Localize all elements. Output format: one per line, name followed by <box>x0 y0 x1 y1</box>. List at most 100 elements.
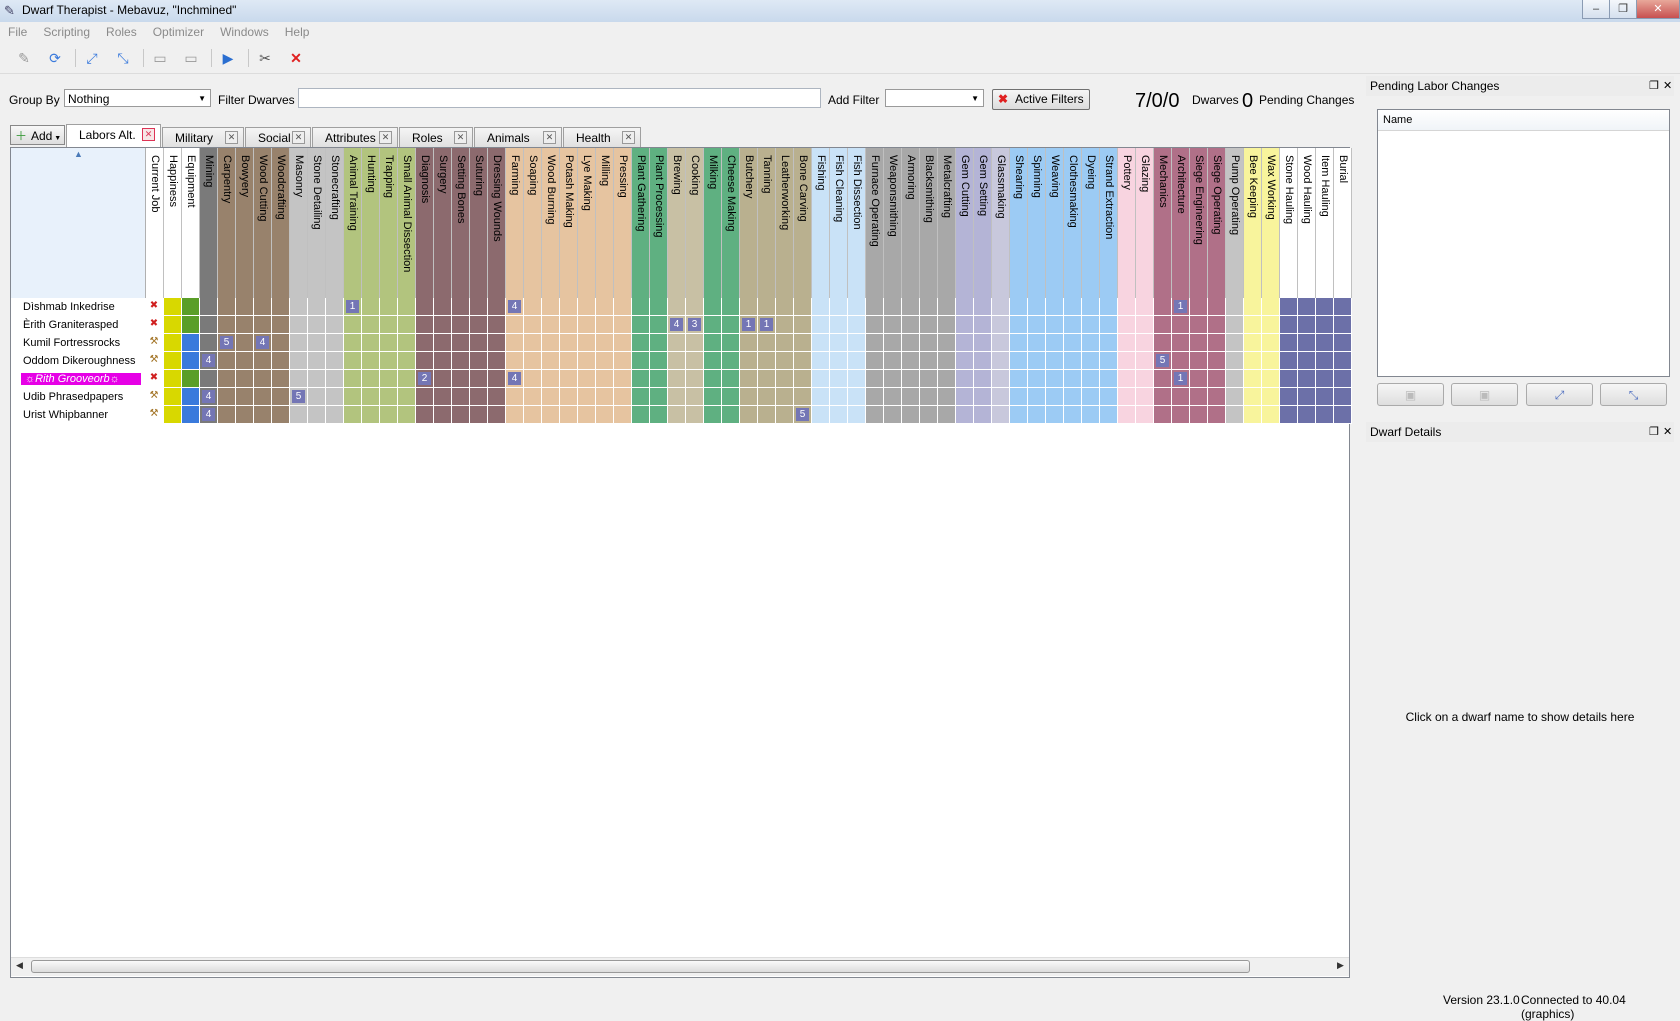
expand-all-button[interactable]: ⤢ <box>1526 383 1593 406</box>
labor-cell[interactable] <box>416 352 434 370</box>
labor-cell[interactable] <box>560 316 578 334</box>
labor-cell[interactable] <box>488 316 506 334</box>
labor-cell[interactable] <box>938 388 956 406</box>
labor-cell[interactable] <box>704 406 722 424</box>
labor-cell[interactable] <box>1190 406 1208 424</box>
labor-cell[interactable] <box>1046 352 1064 370</box>
labor-cell[interactable] <box>470 370 488 388</box>
column-header-equipment[interactable]: Equipment <box>182 148 200 298</box>
labor-cell[interactable] <box>542 334 560 352</box>
labor-cell[interactable] <box>1190 388 1208 406</box>
labor-cell[interactable] <box>326 370 344 388</box>
column-header-siege-engineering[interactable]: Siege Engineering <box>1190 148 1208 298</box>
labor-cell[interactable] <box>398 316 416 334</box>
restore-button[interactable]: ❐ <box>1609 0 1637 19</box>
close-button[interactable]: ✕ <box>1636 0 1680 19</box>
labor-cell[interactable] <box>1082 334 1100 352</box>
column-header-stonecrafting[interactable]: Stonecrafting <box>326 148 344 298</box>
labor-cell[interactable] <box>1280 298 1298 316</box>
tab-social[interactable]: Social ✕ <box>245 127 311 147</box>
labor-cell[interactable] <box>704 298 722 316</box>
labor-cell[interactable] <box>380 370 398 388</box>
labor-cell[interactable] <box>992 334 1010 352</box>
labor-cell[interactable] <box>1010 316 1028 334</box>
column-header-wood-burning[interactable]: Wood Burning <box>542 148 560 298</box>
column-header-strand-extraction[interactable]: Strand Extraction <box>1100 148 1118 298</box>
labor-cell[interactable] <box>452 334 470 352</box>
labor-cell[interactable] <box>272 334 290 352</box>
labor-cell[interactable] <box>578 298 596 316</box>
labor-cell[interactable] <box>1100 406 1118 424</box>
labor-cell[interactable] <box>272 406 290 424</box>
labor-cell[interactable] <box>452 388 470 406</box>
labor-cell[interactable] <box>1262 316 1280 334</box>
labor-cell[interactable] <box>920 316 938 334</box>
column-header-animal-training[interactable]: Animal Training <box>344 148 362 298</box>
labor-cell[interactable] <box>866 298 884 316</box>
column-header-fish-dissection[interactable]: Fish Dissection <box>848 148 866 298</box>
labor-cell[interactable] <box>650 316 668 334</box>
labor-cell[interactable] <box>1082 388 1100 406</box>
labor-cell[interactable] <box>524 316 542 334</box>
column-header-weaving[interactable]: Weaving <box>1046 148 1064 298</box>
labor-cell[interactable] <box>1064 406 1082 424</box>
column-header-cheese-making[interactable]: Cheese Making <box>722 148 740 298</box>
labor-cell[interactable] <box>1082 298 1100 316</box>
labor-cell[interactable] <box>578 388 596 406</box>
labor-cell[interactable] <box>1226 406 1244 424</box>
labor-cell[interactable] <box>722 370 740 388</box>
labor-cell[interactable] <box>362 406 380 424</box>
column-header-clothesmaking[interactable]: Clothesmaking <box>1064 148 1082 298</box>
labor-cell[interactable] <box>632 352 650 370</box>
labor-cell[interactable] <box>884 334 902 352</box>
labor-cell[interactable] <box>1154 334 1172 352</box>
menu-roles[interactable]: Roles <box>98 22 145 39</box>
labor-cell[interactable] <box>632 316 650 334</box>
labor-cell[interactable] <box>884 298 902 316</box>
pending-changes-list[interactable]: Name <box>1377 109 1670 377</box>
labor-cell[interactable] <box>470 334 488 352</box>
labor-cell[interactable] <box>686 298 704 316</box>
labor-cell[interactable] <box>848 370 866 388</box>
labor-cell[interactable] <box>974 352 992 370</box>
labor-cell[interactable] <box>326 406 344 424</box>
labor-cell[interactable] <box>722 334 740 352</box>
scroll-left-icon[interactable]: ◀ <box>16 960 23 971</box>
labor-cell[interactable] <box>884 352 902 370</box>
column-header-glazing[interactable]: Glazing <box>1136 148 1154 298</box>
labor-cell[interactable] <box>794 370 812 388</box>
labor-cell[interactable] <box>308 316 326 334</box>
column-header-glassmaking[interactable]: Glassmaking <box>992 148 1010 298</box>
labor-cell[interactable] <box>1244 370 1262 388</box>
labor-cell[interactable] <box>1154 370 1172 388</box>
labor-cell[interactable] <box>488 388 506 406</box>
labor-cell[interactable] <box>938 298 956 316</box>
labor-cell[interactable] <box>1244 352 1262 370</box>
labor-cell[interactable] <box>1298 352 1316 370</box>
dwarf-name[interactable]: ☼Rith Grooveorb☼ <box>21 373 141 385</box>
labor-cell[interactable] <box>218 298 236 316</box>
dwarf-name[interactable]: Dìshmab Inkedrise <box>23 301 115 313</box>
column-header-siege-operating[interactable]: Siege Operating <box>1208 148 1226 298</box>
labor-cell[interactable] <box>632 298 650 316</box>
column-header-bowyery[interactable]: Bowyery <box>236 148 254 298</box>
labor-cell[interactable] <box>1280 334 1298 352</box>
labor-cell[interactable] <box>650 388 668 406</box>
labor-cell[interactable] <box>1280 406 1298 424</box>
expand-all-icon[interactable]: ⤢ <box>81 47 103 69</box>
labor-cell[interactable] <box>362 352 380 370</box>
dwarf-name[interactable]: Urist Whipbanner <box>23 409 108 421</box>
labor-cell[interactable] <box>380 316 398 334</box>
labor-cell[interactable] <box>956 388 974 406</box>
labor-cell[interactable] <box>848 388 866 406</box>
tab-military[interactable]: Military ✕ <box>162 127 244 147</box>
labor-cell[interactable] <box>1316 298 1334 316</box>
labor-cell[interactable] <box>506 388 524 406</box>
labor-cell[interactable] <box>272 316 290 334</box>
labor-cell[interactable] <box>884 370 902 388</box>
labor-cell[interactable] <box>1262 388 1280 406</box>
labor-cell[interactable] <box>1226 352 1244 370</box>
labor-cell[interactable] <box>668 298 686 316</box>
labor-cell[interactable] <box>830 316 848 334</box>
labor-cell[interactable] <box>200 370 218 388</box>
